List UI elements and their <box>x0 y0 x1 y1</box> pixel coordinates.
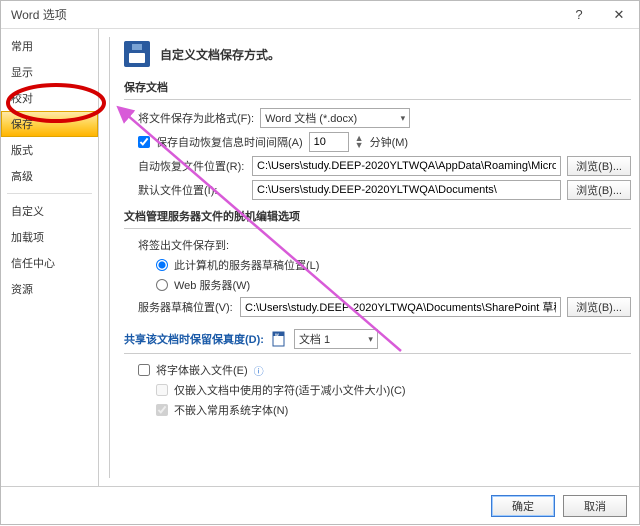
row-save-format: 将文件保存为此格式(F): Word 文档 (*.docx) ▾ <box>138 108 631 128</box>
row-radio-web: Web 服务器(W) <box>156 277 631 293</box>
spinner-icon[interactable]: ▲▼ <box>355 135 364 149</box>
radio-local-drafts[interactable] <box>156 259 168 271</box>
page-title: 自定义文档保存方式。 <box>160 46 280 63</box>
help-button[interactable]: ? <box>559 1 599 29</box>
sidebar-item-layout[interactable]: 版式 <box>1 137 98 163</box>
sidebar-separator <box>7 193 92 194</box>
label-auto-recover: 自动恢复文件位置(R): <box>138 158 246 174</box>
chevron-down-icon: ▾ <box>401 113 406 124</box>
browse-auto-recover-button[interactable]: 浏览(B)... <box>567 156 631 176</box>
label-radio-local: 此计算机的服务器草稿位置(L) <box>174 257 319 273</box>
checkbox-embed-fonts[interactable] <box>138 364 150 376</box>
window-title: Word 选项 <box>11 6 559 23</box>
save-disk-icon <box>124 41 150 67</box>
select-save-format[interactable]: Word 文档 (*.docx) ▾ <box>260 108 410 128</box>
browse-default-button[interactable]: 浏览(B)... <box>567 180 631 200</box>
row-embed-used: 仅嵌入文档中使用的字符(适于减小文件大小)(C) <box>156 382 631 398</box>
sidebar-item-save[interactable]: 保存 <box>1 111 98 137</box>
browse-draft-button[interactable]: 浏览(B)... <box>567 297 631 317</box>
sidebar-item-trust[interactable]: 信任中心 <box>1 250 98 276</box>
select-share-doc[interactable]: 文档 1 ▾ <box>294 329 378 349</box>
section-save-documents: 保存文档 <box>124 77 631 100</box>
row-draft-path: 服务器草稿位置(V): 浏览(B)... <box>138 297 631 317</box>
sidebar-item-display[interactable]: 显示 <box>1 59 98 85</box>
close-button[interactable]: ✕ <box>599 1 639 29</box>
input-autosave-interval[interactable] <box>309 132 349 152</box>
input-auto-recover-path[interactable] <box>252 156 561 176</box>
row-default-path: 默认文件位置(I): 浏览(B)... <box>138 180 631 200</box>
checkbox-no-sysfonts <box>156 404 168 416</box>
document-icon: W <box>272 331 286 347</box>
label-checkout-to: 将签出文件保存到: <box>138 237 229 253</box>
label-sharing: 共享该文档时保留保真度(D): <box>124 331 264 347</box>
page-header: 自定义文档保存方式。 <box>124 41 631 67</box>
label-radio-web: Web 服务器(W) <box>174 277 250 293</box>
main: 常用 显示 校对 保存 版式 高级 自定义 加载项 信任中心 资源 自定义文档保… <box>1 29 639 486</box>
sidebar-item-general[interactable]: 常用 <box>1 33 98 59</box>
select-save-format-value: Word 文档 (*.docx) <box>265 110 357 126</box>
label-default-path: 默认文件位置(I): <box>138 182 246 198</box>
label-draft-loc: 服务器草稿位置(V): <box>138 299 234 315</box>
row-autosave: 保存自动恢复信息时间间隔(A) ▲▼ 分钟(M) <box>138 132 631 152</box>
section-sharing: 共享该文档时保留保真度(D): W 文档 1 ▾ <box>124 327 631 354</box>
cancel-button[interactable]: 取消 <box>563 495 627 517</box>
section-offline: 文档管理服务器文件的脱机编辑选项 <box>124 206 631 229</box>
label-minutes: 分钟(M) <box>370 134 409 150</box>
label-embed-fonts: 将字体嵌入文件(E) <box>156 362 248 378</box>
info-icon: ⓘ <box>254 363 264 378</box>
row-auto-recover-path: 自动恢复文件位置(R): 浏览(B)... <box>138 156 631 176</box>
label-autosave: 保存自动恢复信息时间间隔(A) <box>156 134 303 150</box>
content: 自定义文档保存方式。 保存文档 将文件保存为此格式(F): Word 文档 (*… <box>99 29 639 486</box>
label-save-format: 将文件保存为此格式(F): <box>138 110 254 126</box>
checkbox-embed-used <box>156 384 168 396</box>
input-draft-path[interactable] <box>240 297 561 317</box>
sidebar: 常用 显示 校对 保存 版式 高级 自定义 加载项 信任中心 资源 <box>1 29 99 486</box>
chevron-down-icon: ▾ <box>368 334 373 345</box>
checkbox-autosave[interactable] <box>138 136 150 148</box>
row-radio-local: 此计算机的服务器草稿位置(L) <box>156 257 631 273</box>
row-checkout-label: 将签出文件保存到: <box>138 237 631 253</box>
label-embed-used: 仅嵌入文档中使用的字符(适于减小文件大小)(C) <box>174 382 406 398</box>
sidebar-item-addins[interactable]: 加载项 <box>1 224 98 250</box>
row-embed-fonts: 将字体嵌入文件(E) ⓘ <box>138 362 631 378</box>
sidebar-item-resources[interactable]: 资源 <box>1 276 98 302</box>
dialog-footer: 确定 取消 <box>1 486 639 524</box>
select-share-doc-value: 文档 1 <box>299 331 330 347</box>
ok-button[interactable]: 确定 <box>491 495 555 517</box>
titlebar: Word 选项 ? ✕ <box>1 1 639 29</box>
label-no-sysfonts: 不嵌入常用系统字体(N) <box>174 402 288 418</box>
row-no-sysfonts: 不嵌入常用系统字体(N) <box>156 402 631 418</box>
sidebar-item-proofing[interactable]: 校对 <box>1 85 98 111</box>
input-default-path[interactable] <box>252 180 561 200</box>
content-inner: 自定义文档保存方式。 保存文档 将文件保存为此格式(F): Word 文档 (*… <box>109 37 639 478</box>
radio-web-server[interactable] <box>156 279 168 291</box>
sidebar-item-advanced[interactable]: 高级 <box>1 163 98 189</box>
sidebar-item-customize[interactable]: 自定义 <box>1 198 98 224</box>
svg-text:W: W <box>275 332 279 337</box>
